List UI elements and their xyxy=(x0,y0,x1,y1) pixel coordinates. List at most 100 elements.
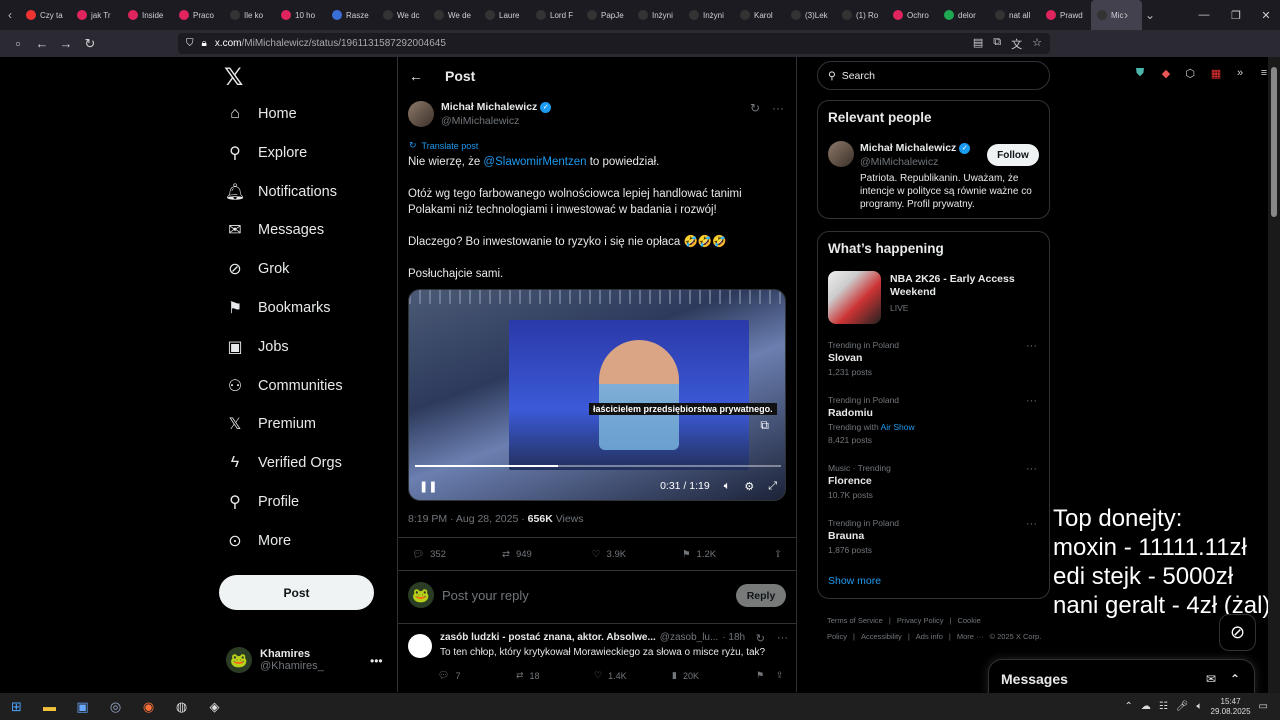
post-author[interactable]: Michał Michalewicz ✓ @MiMichalewicz xyxy=(408,101,552,127)
person-handle[interactable]: @MiMichalewicz xyxy=(860,156,938,168)
tab-scroll-right-icon[interactable]: › xyxy=(1116,0,1136,30)
browser-tab[interactable]: Karol xyxy=(734,0,785,30)
browser-tab[interactable]: We dc xyxy=(377,0,428,30)
fullscreen-icon[interactable]: ⤢ xyxy=(768,480,777,493)
shield-icon[interactable]: ⛉ xyxy=(186,38,194,49)
browser-tab[interactable]: nat all xyxy=(989,0,1040,30)
lock-icon[interactable]: 🔒︎ xyxy=(202,38,207,49)
sidebar-item-profile[interactable]: ⚲ Profile xyxy=(226,493,299,511)
reply-avatar[interactable] xyxy=(408,634,432,658)
follow-button[interactable]: Follow xyxy=(987,144,1039,166)
sidebar-item-messages[interactable]: ✉ Messages xyxy=(226,221,324,239)
trend-context-link[interactable]: Air Show xyxy=(881,422,915,432)
sidebar-item-verified-orgs[interactable]: ϟ Verified Orgs xyxy=(226,454,342,472)
trend-title[interactable]: NBA 2K26 - Early Access Weekend xyxy=(890,273,1030,299)
browser-tab[interactable]: Ochro xyxy=(887,0,938,30)
notifications-icon[interactable]: ▭ xyxy=(1259,701,1268,712)
bookmark-star-icon[interactable]: ☆ xyxy=(1032,36,1042,52)
tab-scroll-left-icon[interactable]: ‹ xyxy=(0,0,20,30)
ublock-extension-icon[interactable]: ◆ xyxy=(1156,63,1176,83)
trend-more-icon[interactable]: ··· xyxy=(1026,340,1037,352)
author-name[interactable]: Michał Michalewicz xyxy=(441,101,537,113)
like-action[interactable]: ♡ 3.9K xyxy=(592,549,682,560)
browser-tab[interactable]: (3)Lek xyxy=(785,0,836,30)
clock[interactable]: 15:47 29.08.2025 xyxy=(1211,697,1251,717)
browser-tab[interactable]: Inżyni xyxy=(632,0,683,30)
account-switcher[interactable]: 🐸 Khamires @Khamires_ xyxy=(226,647,324,673)
app2-icon[interactable]: ◈ xyxy=(198,693,231,720)
vpn-extension-icon[interactable]: ⛊ xyxy=(1130,63,1150,83)
repost-action[interactable]: ⇄ 949 xyxy=(502,549,592,560)
sidebar-item-grok[interactable]: ⊘ Grok xyxy=(226,260,289,278)
views-action[interactable]: ▮ 20K xyxy=(672,670,756,681)
scrollbar[interactable] xyxy=(1268,57,1280,693)
author-handle[interactable]: @MiMichalewicz xyxy=(441,115,551,127)
footer-link[interactable]: Ads info xyxy=(916,632,943,641)
file-explorer-icon[interactable]: ▬ xyxy=(33,693,66,720)
repost-action[interactable]: ⇄ 18 xyxy=(516,670,594,681)
sidebar-item-notifications[interactable]: 🔔︎ Notifications xyxy=(225,183,337,201)
expand-icon[interactable]: ⌃ xyxy=(1230,672,1240,686)
reply-input[interactable]: Post your reply xyxy=(442,588,529,603)
messages-drawer[interactable]: Messages ✉ ⌃ xyxy=(988,659,1255,697)
sidebar-item-jobs[interactable]: ▣ Jobs xyxy=(226,338,288,356)
trend-more-icon[interactable]: ··· xyxy=(1026,518,1037,530)
trend-item[interactable]: Trending in Poland Slovan 1,231 posts ··· xyxy=(828,340,1043,377)
grok-analyze-icon[interactable]: ↻ xyxy=(750,101,760,115)
trend-more-icon[interactable]: ··· xyxy=(1026,395,1037,407)
grok-analyze-icon[interactable]: ↻ xyxy=(756,632,765,645)
like-action[interactable]: ♡ 1.4K xyxy=(594,670,672,681)
footer-link[interactable]: Terms of Service xyxy=(827,616,883,625)
browser-tab[interactable]: delor xyxy=(938,0,989,30)
firefox-icon[interactable]: ◉ xyxy=(132,693,165,720)
settings-gear-icon[interactable]: ⚙ xyxy=(744,480,754,493)
post-timestamp[interactable]: 8:19 PM · Aug 28, 2025 · xyxy=(408,513,528,525)
overflow-menu-icon[interactable]: » xyxy=(1230,63,1250,83)
translate-post-link[interactable]: ↻ Translate post xyxy=(409,140,478,151)
notification-extension-icon[interactable]: ▦ xyxy=(1206,63,1226,83)
browser-tab[interactable]: Laure xyxy=(479,0,530,30)
volume-icon[interactable]: 🔈︎ xyxy=(1197,701,1203,712)
browser-tab[interactable]: We de xyxy=(428,0,479,30)
sidebar-item-home[interactable]: ⌂ Home xyxy=(226,105,297,123)
sidebar-item-bookmarks[interactable]: ⚑ Bookmarks xyxy=(226,299,331,317)
footer-link[interactable]: Privacy Policy xyxy=(897,616,944,625)
browser-tab[interactable]: Inżyni xyxy=(683,0,734,30)
reload-icon[interactable]: ↻ xyxy=(78,32,102,56)
browser-tab[interactable]: Rasze xyxy=(326,0,377,30)
back-icon[interactable]: ← xyxy=(30,32,54,56)
reply-post[interactable]: zasób ludzki - postać znana, aktor. Abso… xyxy=(408,632,788,681)
trend-more-icon[interactable]: ··· xyxy=(1026,463,1037,475)
post-button[interactable]: Post xyxy=(219,575,374,610)
reply-time[interactable]: · 18h xyxy=(722,632,745,643)
picture-in-picture-icon[interactable]: ⧉ xyxy=(760,418,769,433)
tray-chevron-icon[interactable]: ⌃ xyxy=(1124,701,1132,712)
reply-action[interactable]: 💬︎ 352 xyxy=(412,549,502,560)
avatar[interactable] xyxy=(828,141,854,167)
mic-icon[interactable]: 🎤︎ xyxy=(1176,701,1189,712)
start-icon[interactable]: ⊞ xyxy=(0,693,33,720)
bookmark-action[interactable]: ⚑ xyxy=(756,670,776,681)
translate-icon[interactable]: 文 xyxy=(1011,36,1022,52)
reply-author-name[interactable]: zasób ludzki - postać znana, aktor. Abso… xyxy=(440,632,656,643)
app-icon[interactable]: ▣ xyxy=(66,693,99,720)
restore-icon[interactable]: ❐ xyxy=(1220,0,1252,30)
reader-view-icon[interactable]: ▤ xyxy=(973,36,983,52)
trend-item[interactable]: Trending in Poland Radomiu Trending with A… xyxy=(828,395,1043,445)
forward-icon[interactable]: → xyxy=(54,32,78,56)
author-avatar[interactable] xyxy=(408,101,434,127)
account-more-icon[interactable]: ••• xyxy=(370,654,383,668)
reply-button[interactable]: Reply xyxy=(736,584,786,607)
scrollbar-thumb[interactable] xyxy=(1271,67,1277,217)
sidebar-item-communities[interactable]: ⚇ Communities xyxy=(226,377,343,395)
browser-tab[interactable]: (1) Ro xyxy=(836,0,887,30)
footer-link[interactable]: © 2025 X Corp. xyxy=(990,632,1042,641)
browser-tab[interactable]: Czy ta xyxy=(20,0,71,30)
browser-tab[interactable]: Praco xyxy=(173,0,224,30)
footer-link[interactable]: Accessibility xyxy=(861,632,902,641)
sidebar-item-explore[interactable]: ⚲ Explore xyxy=(226,144,307,162)
bookmark-action[interactable]: ⚑ 1.2K xyxy=(682,549,774,560)
browser-tab[interactable]: Inside xyxy=(122,0,173,30)
reply-action[interactable]: 💬︎ 7 xyxy=(438,670,516,681)
close-window-icon[interactable]: ✕ xyxy=(1250,0,1280,30)
